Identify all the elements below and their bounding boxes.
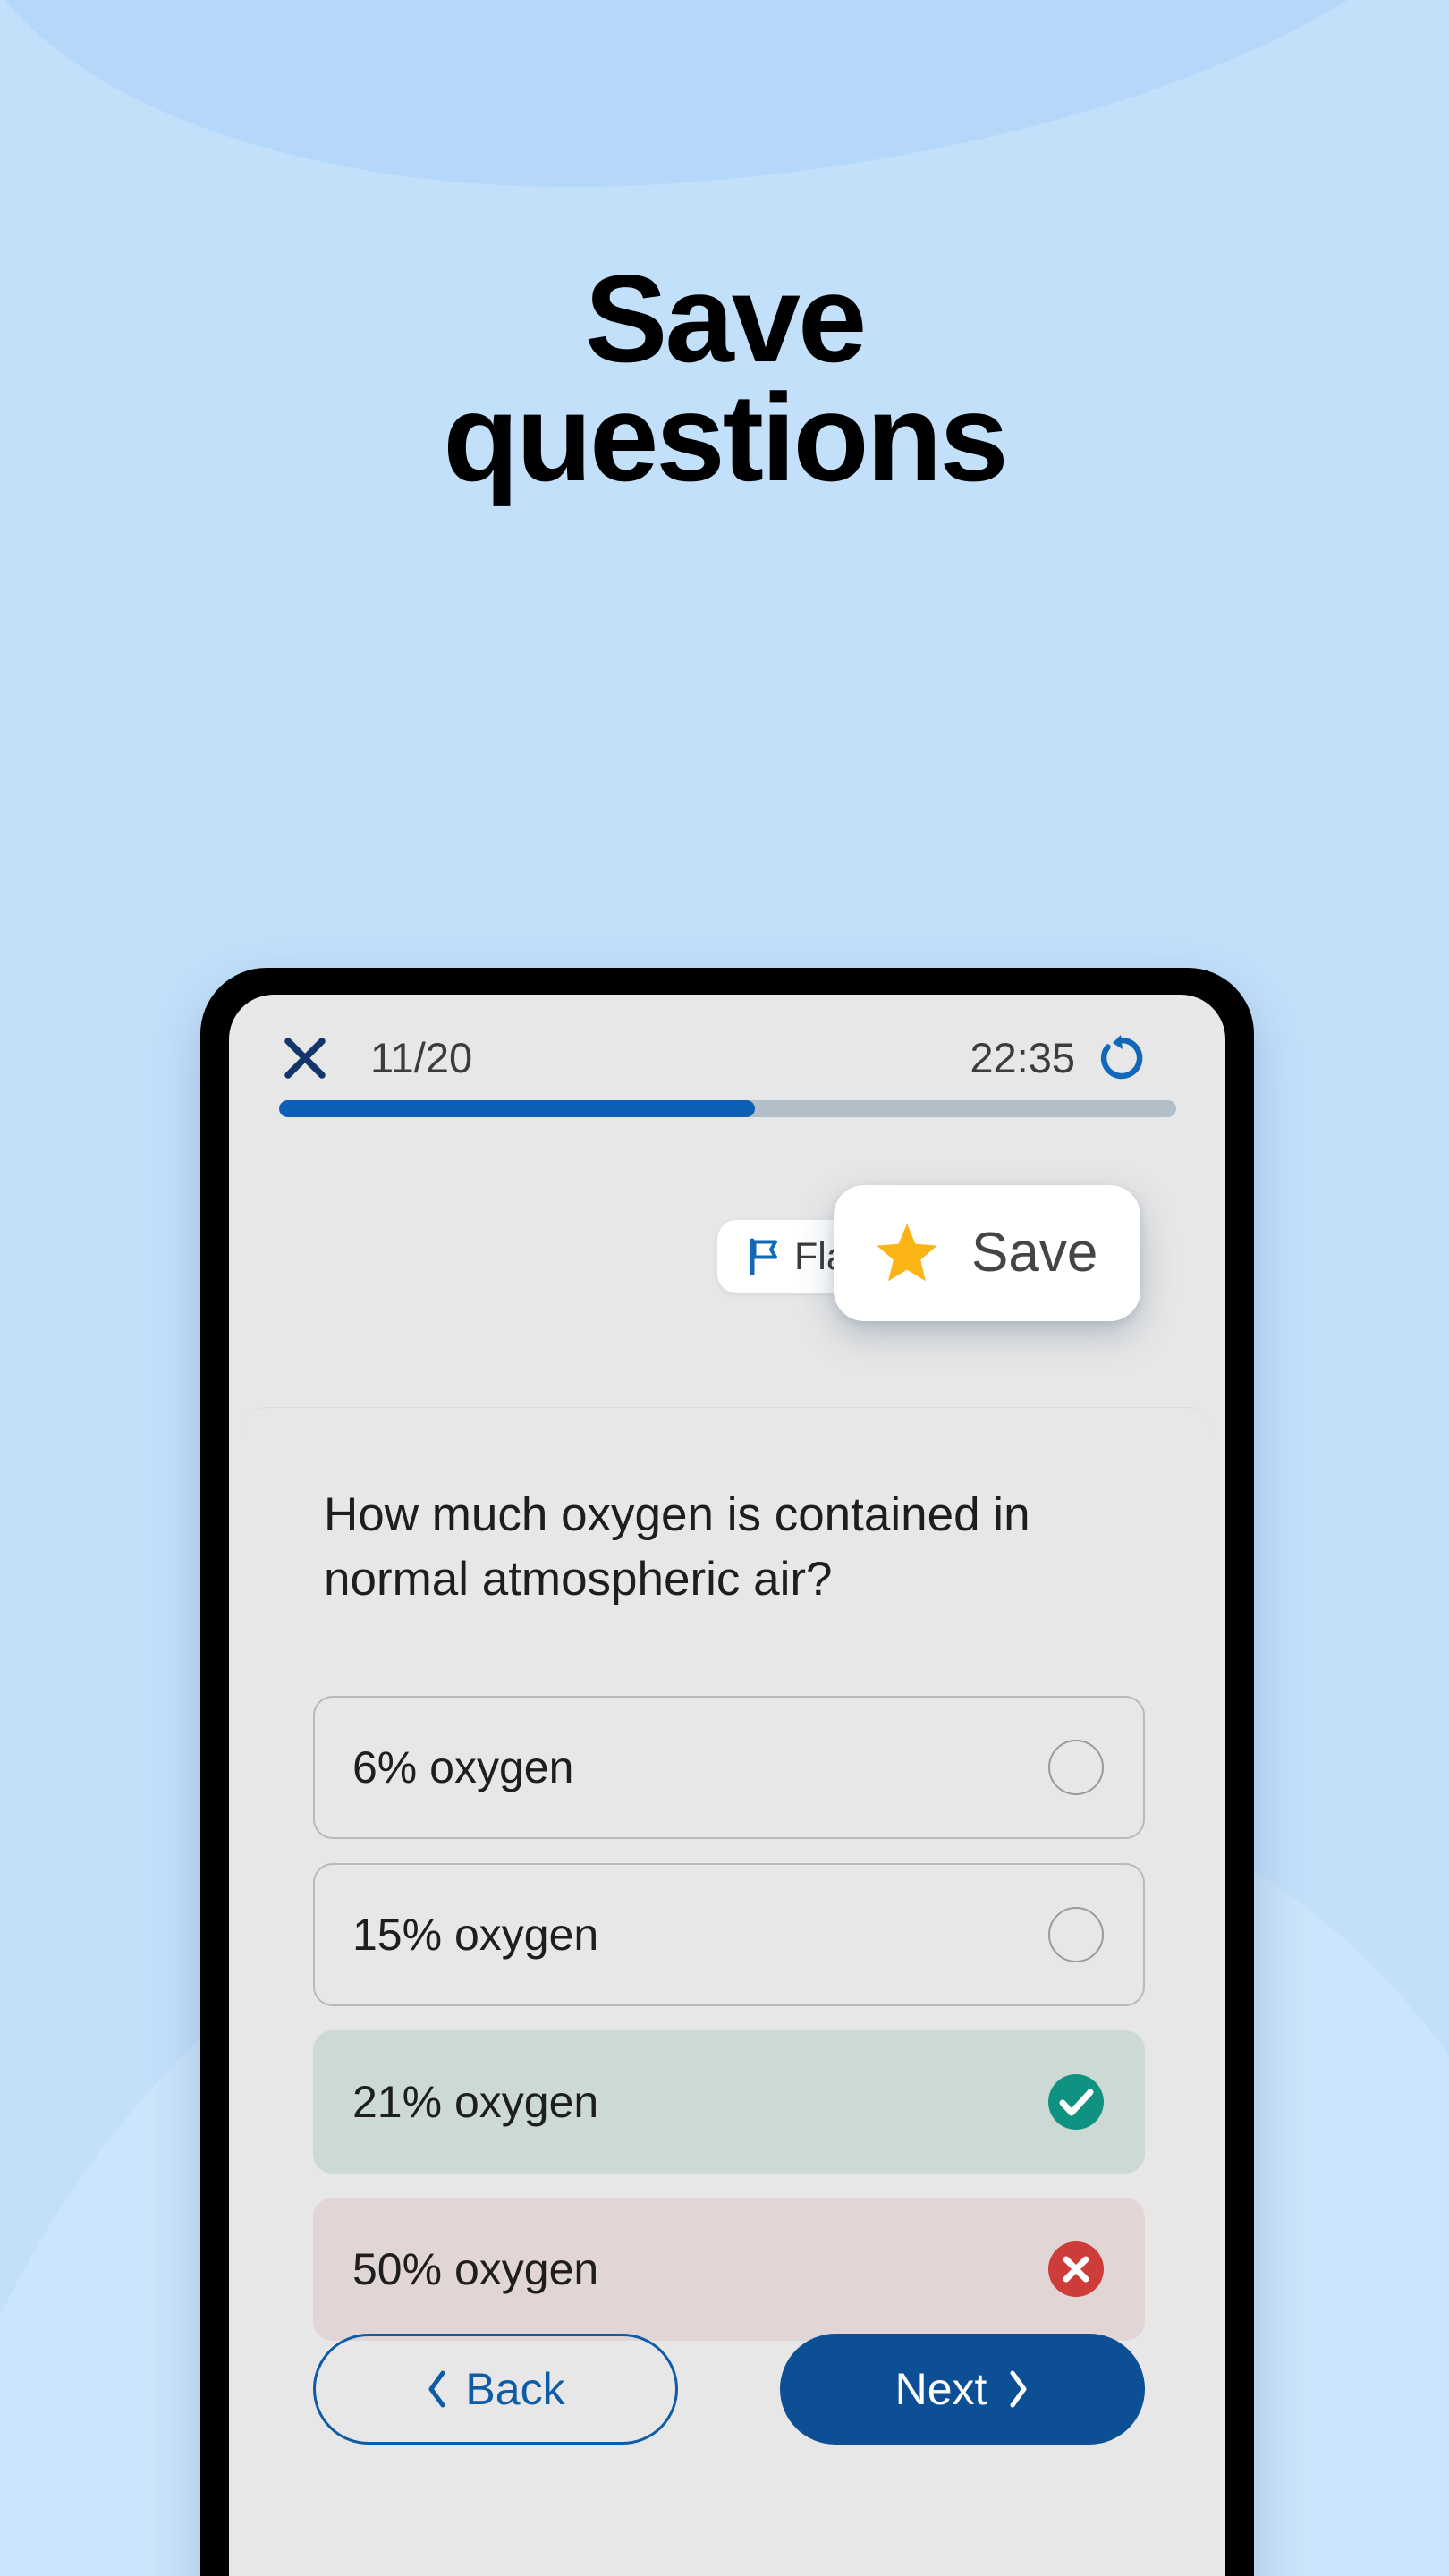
answer-option[interactable]: 6% oxygen [313,1696,1145,1839]
back-button[interactable]: Back [313,2334,678,2445]
background-wave-top [0,0,1449,223]
answer-option-correct[interactable]: 21% oxygen [313,2030,1145,2174]
answer-option-label: 15% oxygen [352,1910,599,1960]
hero-heading-line-2: questions [443,369,1008,507]
quiz-timer: 22:35 [970,1034,1075,1081]
cross-icon [1048,2241,1104,2297]
progress-bar-fill [279,1100,755,1117]
check-icon [1048,2074,1104,2130]
star-icon [873,1219,941,1287]
answer-option[interactable]: 15% oxygen [313,1863,1145,2006]
hero-heading: Save questions [0,250,1449,507]
answer-option-wrong[interactable]: 50% oxygen [313,2198,1145,2341]
answer-options-list: 6% oxygen 15% oxygen 21% oxygen 50% oxyg… [313,1696,1145,2365]
close-icon[interactable] [281,1034,329,1082]
restart-icon[interactable] [1097,1033,1147,1083]
question-text: How much oxygen is contained in normal a… [324,1488,1030,1606]
radio-empty-icon[interactable] [1048,1740,1104,1795]
question-card: How much oxygen is contained in normal a… [240,1408,1215,2576]
chevron-right-icon [1006,2369,1030,2409]
back-button-label: Back [465,2364,565,2414]
progress-bar-track [279,1100,1176,1117]
save-callout-label: Save [971,1222,1098,1284]
quiz-navigation: Back Next [313,2334,1145,2445]
chevron-left-icon [426,2369,449,2409]
answer-option-label: 6% oxygen [352,1742,574,1792]
next-button-label: Next [894,2364,987,2414]
flag-icon [748,1238,780,1275]
save-callout-card[interactable]: Save [834,1185,1141,1321]
question-counter: 11/20 [370,1034,473,1081]
hero-heading-line-1: Save [584,250,868,388]
quiz-header: 11/20 22:35 [229,995,1225,1120]
promo-screenshot-canvas: Save questions 11/20 22:35 Flag How much… [0,0,1449,2576]
answer-option-label: 21% oxygen [352,2077,599,2127]
radio-empty-icon[interactable] [1048,1907,1104,1962]
next-button[interactable]: Next [780,2334,1145,2445]
answer-option-label: 50% oxygen [352,2244,599,2294]
